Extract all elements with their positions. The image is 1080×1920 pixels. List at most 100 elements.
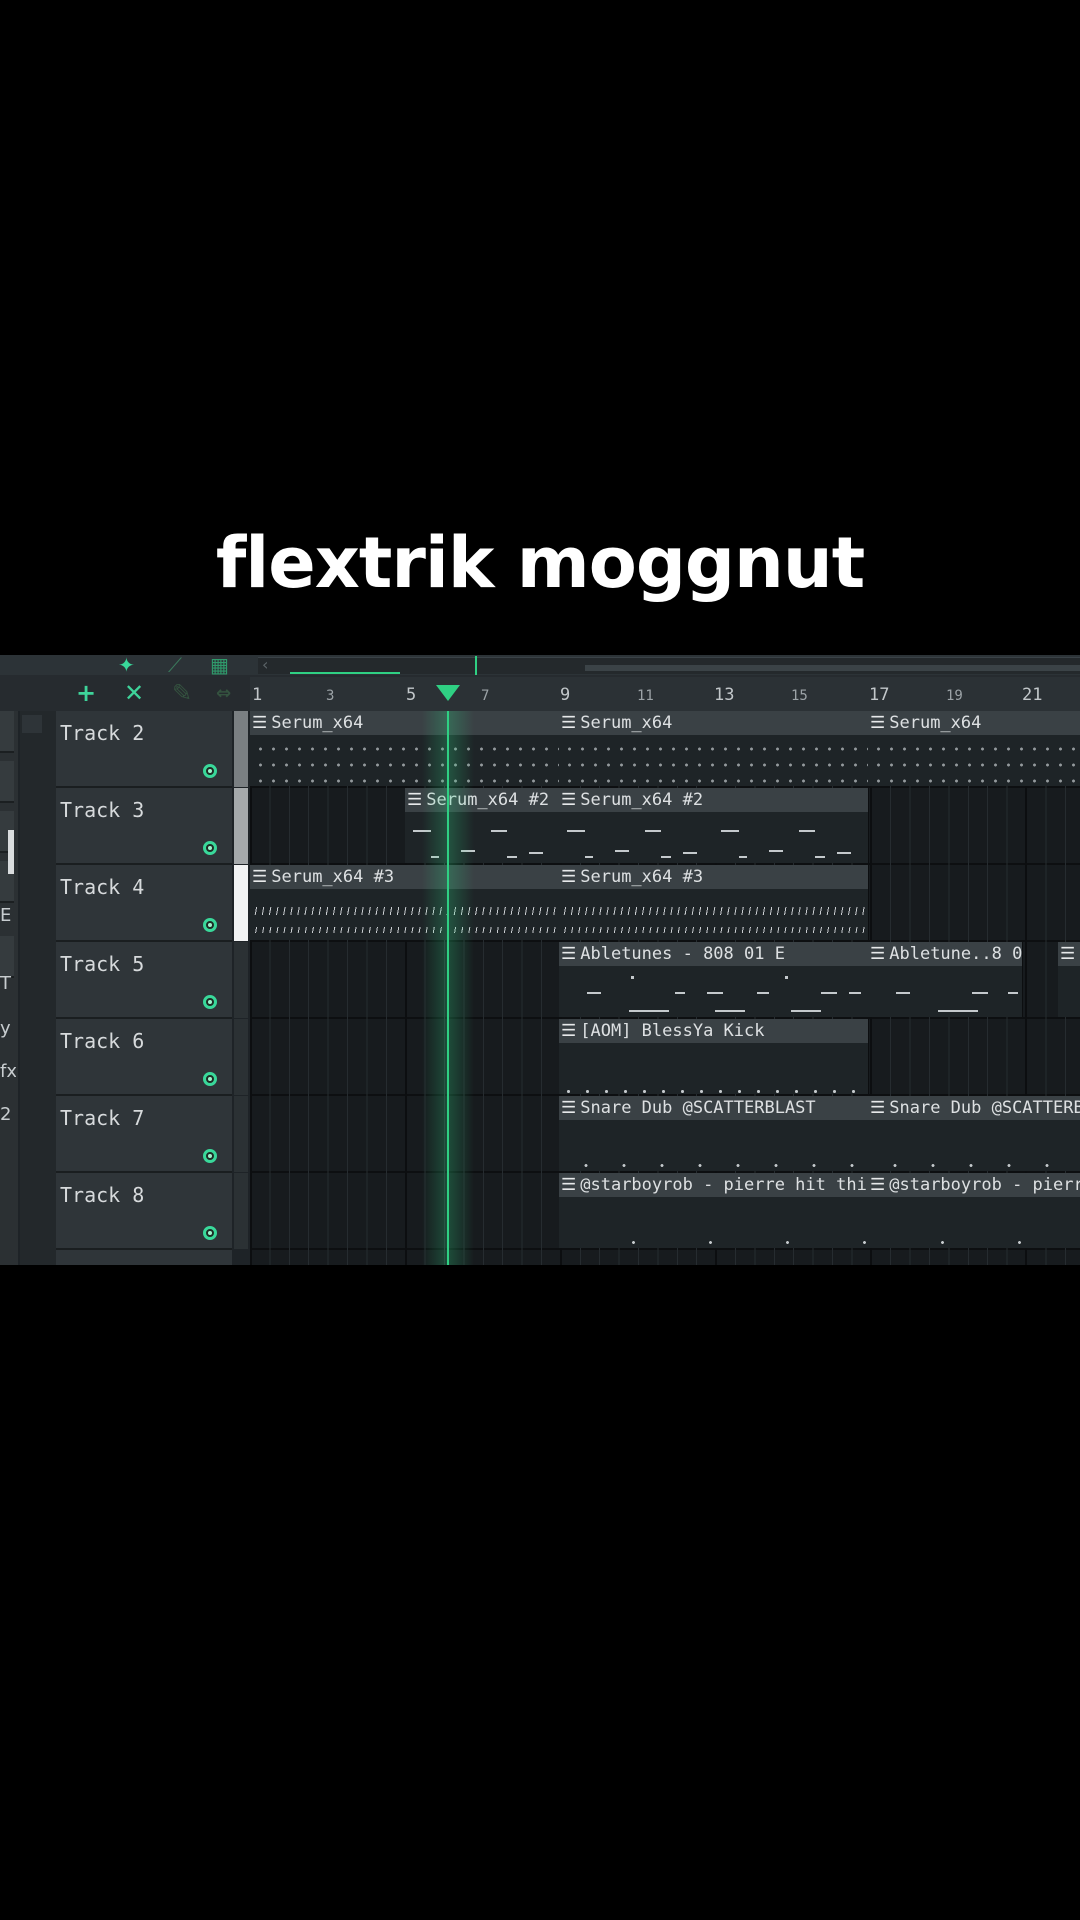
browser-scrollbar[interactable] [8,830,14,874]
scroll-left-icon[interactable]: ‹ [262,655,268,674]
browser-slot[interactable] [0,936,14,978]
clip-notes [559,966,868,1017]
clip-notes [559,1043,868,1094]
browser-slot[interactable] [0,761,14,803]
clip-notes [559,1120,868,1171]
track-mute-led[interactable] [203,918,217,932]
playlist-grid[interactable]: ☰ Serum_x64 ☰ Serum_x64 ☰ Serum_x64 ☰ Serum_… [250,711,1080,1265]
track-column-gutter [20,711,56,1265]
clip-label: Serum_x64 #2 [580,790,704,810]
pattern-clip[interactable]: ☰ [1058,942,1080,1017]
track-header[interactable]: Track 3 [56,788,232,865]
track-name: Track 3 [60,798,145,822]
bar-number: 11 [637,688,654,704]
track-color-strip[interactable] [234,1173,248,1249]
automation-icon[interactable]: ⟋ [168,655,182,677]
pattern-clip[interactable]: ☰Snare Dub @SCATTERBLAST [559,1096,869,1171]
track-color-strip[interactable] [234,942,248,1018]
gutter-button[interactable] [22,715,42,733]
track-mute-led[interactable] [203,841,217,855]
playhead-line[interactable] [447,711,449,1265]
track-header[interactable]: Track 2 [56,711,232,788]
track-color-strip[interactable] [234,1096,248,1172]
pattern-clip[interactable]: ☰ [AOM] BlessYa Kick [559,1019,869,1094]
pattern-clip[interactable]: ☰@starboyrob - pierre hit thingy [868,1173,1080,1248]
pattern-icon: ☰ [561,790,577,810]
browser-slot[interactable] [0,711,14,753]
clip-label: @starboyrob - pierre hit thingy [889,1175,1080,1195]
bar-number: 19 [946,688,963,704]
clip-label: @starboyrob - pierre hit thingy [580,1175,868,1195]
draw-icon[interactable]: ✎ [172,679,192,707]
pattern-icon: ☰ [870,1175,886,1195]
pattern-icon: ☰ [252,867,268,887]
pattern-icon: ☰ [561,1098,577,1118]
track-header[interactable]: Track 5 [56,942,232,1019]
pattern-icon: ☰ [561,867,577,887]
clip-notes [559,1197,868,1248]
pattern-icon: ☰ [561,944,577,964]
track-name: Track 5 [60,952,145,976]
track-header[interactable] [56,1250,232,1265]
browser-item[interactable]: T [0,973,16,994]
timeline-ruler[interactable]: 1 3 5 7 9 11 13 15 17 19 21 [250,677,1080,711]
pattern-icon: ☰ [561,1021,577,1041]
pattern-clip[interactable]: ☰ Serum_x64 #3 [559,865,869,940]
clip-notes [868,735,1080,786]
track-mute-led[interactable] [203,995,217,1009]
pattern-clip[interactable]: ☰ Abletunes - 808 01 E [559,942,869,1017]
pattern-clip[interactable]: ☰Abletune..8 01 E [868,942,1023,1017]
add-icon[interactable]: + [76,679,96,707]
track-color-strip[interactable] [234,711,248,787]
scroll-thumb[interactable] [290,672,400,674]
piano-icon[interactable]: ▦ [210,655,229,677]
bar-number: 5 [406,685,417,705]
slip-icon[interactable]: ⇔ [216,683,231,704]
clip-notes [559,812,868,863]
track-name: Track 2 [60,721,145,745]
track-header[interactable]: Track 8 [56,1173,232,1250]
clip-label: Serum_x64 #3 [271,867,395,887]
track-name: Track 4 [60,875,145,899]
playhead-marker-icon[interactable] [436,685,460,701]
browser-item[interactable]: y [0,1018,16,1039]
track-header[interactable]: Track 7 [56,1096,232,1173]
track-color-strip[interactable] [234,788,248,864]
browser-item[interactable]: fx [0,1061,16,1082]
bar-number: 15 [791,688,808,704]
track-mute-led[interactable] [203,764,217,778]
pattern-icon: ☰ [561,713,577,733]
clip-label: Abletunes - 808 01 E [580,944,785,964]
pattern-clip[interactable]: ☰@starboyrob - pierre hit thingy [559,1173,869,1248]
pattern-icon: ☰ [870,1098,886,1118]
browser-item[interactable]: E [0,905,16,926]
pattern-clip[interactable]: ☰ Serum_x64 [559,711,869,786]
scroll-range[interactable] [585,665,1080,671]
clip-label: [AOM] BlessYa Kick [580,1021,765,1041]
clip-notes [559,735,868,786]
pattern-clip[interactable]: ☰ Serum_x64 [250,711,560,786]
clip-label: Serum_x64 [580,713,673,733]
bar-number: 13 [714,685,735,705]
track-mute-led[interactable] [203,1226,217,1240]
pattern-clip[interactable]: ☰ Serum_x64 [868,711,1080,786]
clip-label: Serum_x64 [889,713,982,733]
track-name: Track 6 [60,1029,145,1053]
scroll-position-marker [475,656,477,676]
track-header[interactable]: Track 6 [56,1019,232,1096]
browser-item[interactable]: 2 [0,1104,16,1125]
pattern-clip[interactable]: ☰Snare Dub @SCATTERBLAST [868,1096,1080,1171]
track-header[interactable]: Track 4 [56,865,232,942]
track-color-strip[interactable] [234,865,248,941]
track-color-strip[interactable] [234,1019,248,1095]
close-icon[interactable]: ✕ [124,679,144,707]
waveform-icon[interactable]: ✦ [118,655,135,677]
pattern-icon: ☰ [870,713,886,733]
track-mute-led[interactable] [203,1072,217,1086]
pattern-clip[interactable]: ☰ Serum_x64 #2 [559,788,869,863]
video-caption: flextrik moggnut [215,522,865,604]
bar-number: 7 [481,688,490,704]
track-mute-led[interactable] [203,1149,217,1163]
pattern-clip[interactable]: ☰ Serum_x64 #3 [250,865,560,940]
bar-number: 9 [560,685,571,705]
